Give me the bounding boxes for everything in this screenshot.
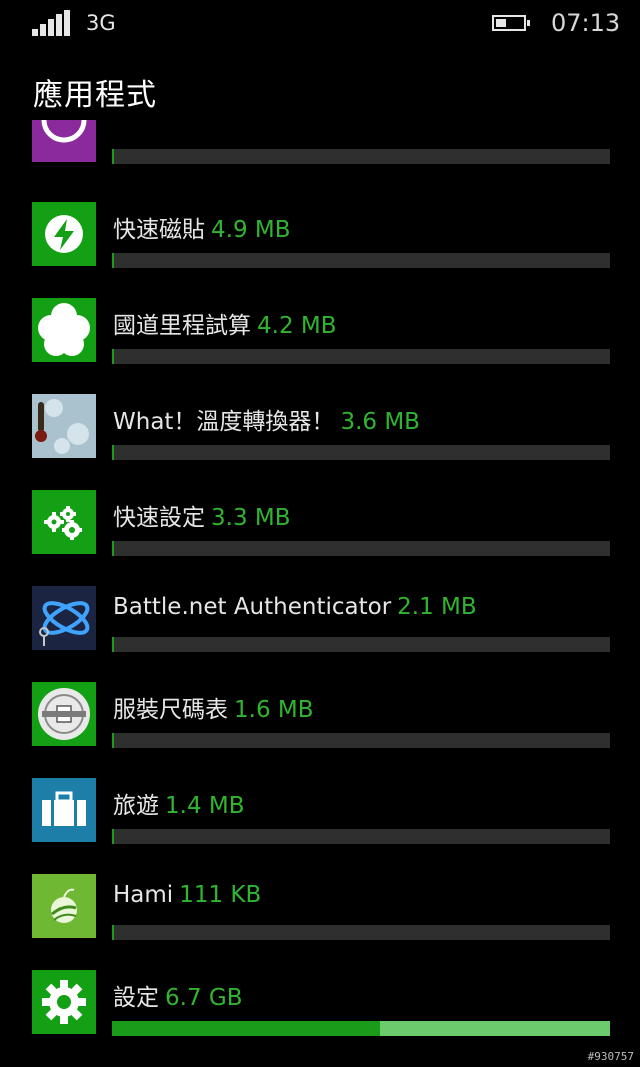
app-label: 服裝尺碼表 1.6 MB (113, 690, 314, 724)
list-item[interactable]: Battle.net Authenticator 2.1 MB (32, 586, 612, 666)
battery-icon (492, 15, 530, 31)
app-size: 4.9 MB (211, 217, 291, 243)
app-size: 3.6 MB (340, 409, 420, 435)
page-title: 應用程式 (33, 78, 157, 113)
app-label: 旅遊 1.4 MB (113, 786, 245, 820)
app-size: 111 KB (179, 882, 262, 908)
app-name: Battle.net Authenticator (113, 594, 392, 620)
app-storage-list[interactable]: 快速磁貼 4.9 MB 國道里程試算 4.2 MB What！溫度轉換器！ 3.6 M… (0, 120, 640, 1067)
list-item[interactable]: What！溫度轉換器！ 3.6 MB (32, 394, 612, 474)
app-size: 1.4 MB (165, 793, 245, 819)
app-size: 6.7 GB (165, 985, 243, 1011)
storage-bar (112, 445, 610, 460)
storage-bar (112, 149, 610, 164)
list-item[interactable]: 快速設定 3.3 MB (32, 490, 612, 570)
storage-bar (112, 541, 610, 556)
network-type: 3G (86, 11, 116, 35)
battlenet-logo-icon (32, 586, 96, 650)
storage-bar (112, 733, 610, 748)
app-label: 快速磁貼 4.9 MB (113, 210, 291, 244)
size-badge-icon (32, 682, 96, 746)
app-name: 旅遊 (113, 793, 159, 819)
list-item[interactable]: 快速磁貼 4.9 MB (32, 202, 612, 282)
flower-badge-icon (32, 298, 96, 362)
thermometer-icon (32, 394, 96, 458)
gears-icon (32, 490, 96, 554)
clock: 07:13 (551, 9, 621, 37)
storage-bar (112, 829, 610, 844)
list-item[interactable]: 國道里程試算 4.2 MB (32, 298, 612, 378)
power-bolt-icon (32, 202, 96, 266)
storage-bar (112, 349, 610, 364)
app-name: 國道里程試算 (113, 313, 251, 339)
storage-bar (112, 253, 610, 268)
storage-bar (112, 925, 610, 940)
app-name: 快速設定 (113, 505, 205, 531)
list-item[interactable]: 旅遊 1.4 MB (32, 778, 612, 858)
app-label: Battle.net Authenticator 2.1 MB (113, 594, 477, 620)
list-item[interactable] (32, 120, 612, 178)
app-size: 3.3 MB (211, 505, 291, 531)
purple-circle-icon (32, 120, 96, 162)
status-bar: 3G 07:13 (0, 0, 640, 50)
signal-strength-icon (32, 10, 72, 36)
storage-bar (112, 637, 610, 652)
app-name: Hami (113, 882, 174, 908)
app-label: 快速設定 3.3 MB (113, 498, 291, 532)
app-label: Hami 111 KB (113, 882, 261, 908)
list-item[interactable]: Hami 111 KB (32, 874, 612, 954)
app-size: 1.6 MB (234, 697, 314, 723)
watermark: #930757 (587, 1050, 634, 1063)
suitcase-icon (32, 778, 96, 842)
app-label: What！溫度轉換器！ 3.6 MB (113, 402, 420, 436)
app-name: 快速磁貼 (113, 217, 205, 243)
app-size: 4.2 MB (257, 313, 337, 339)
list-item[interactable]: 服裝尺碼表 1.6 MB (32, 682, 612, 762)
app-size: 2.1 MB (397, 594, 477, 620)
app-label: 國道里程試算 4.2 MB (113, 306, 337, 340)
app-label: 設定 6.7 GB (113, 978, 243, 1012)
hami-globe-icon (32, 874, 96, 938)
app-name: 服裝尺碼表 (113, 697, 228, 723)
app-name: 設定 (113, 985, 159, 1011)
app-name: What！溫度轉換器！ (113, 409, 335, 435)
storage-bar (112, 1021, 610, 1036)
settings-gear-icon (32, 970, 96, 1034)
list-item[interactable]: 設定 6.7 GB (32, 970, 612, 1050)
